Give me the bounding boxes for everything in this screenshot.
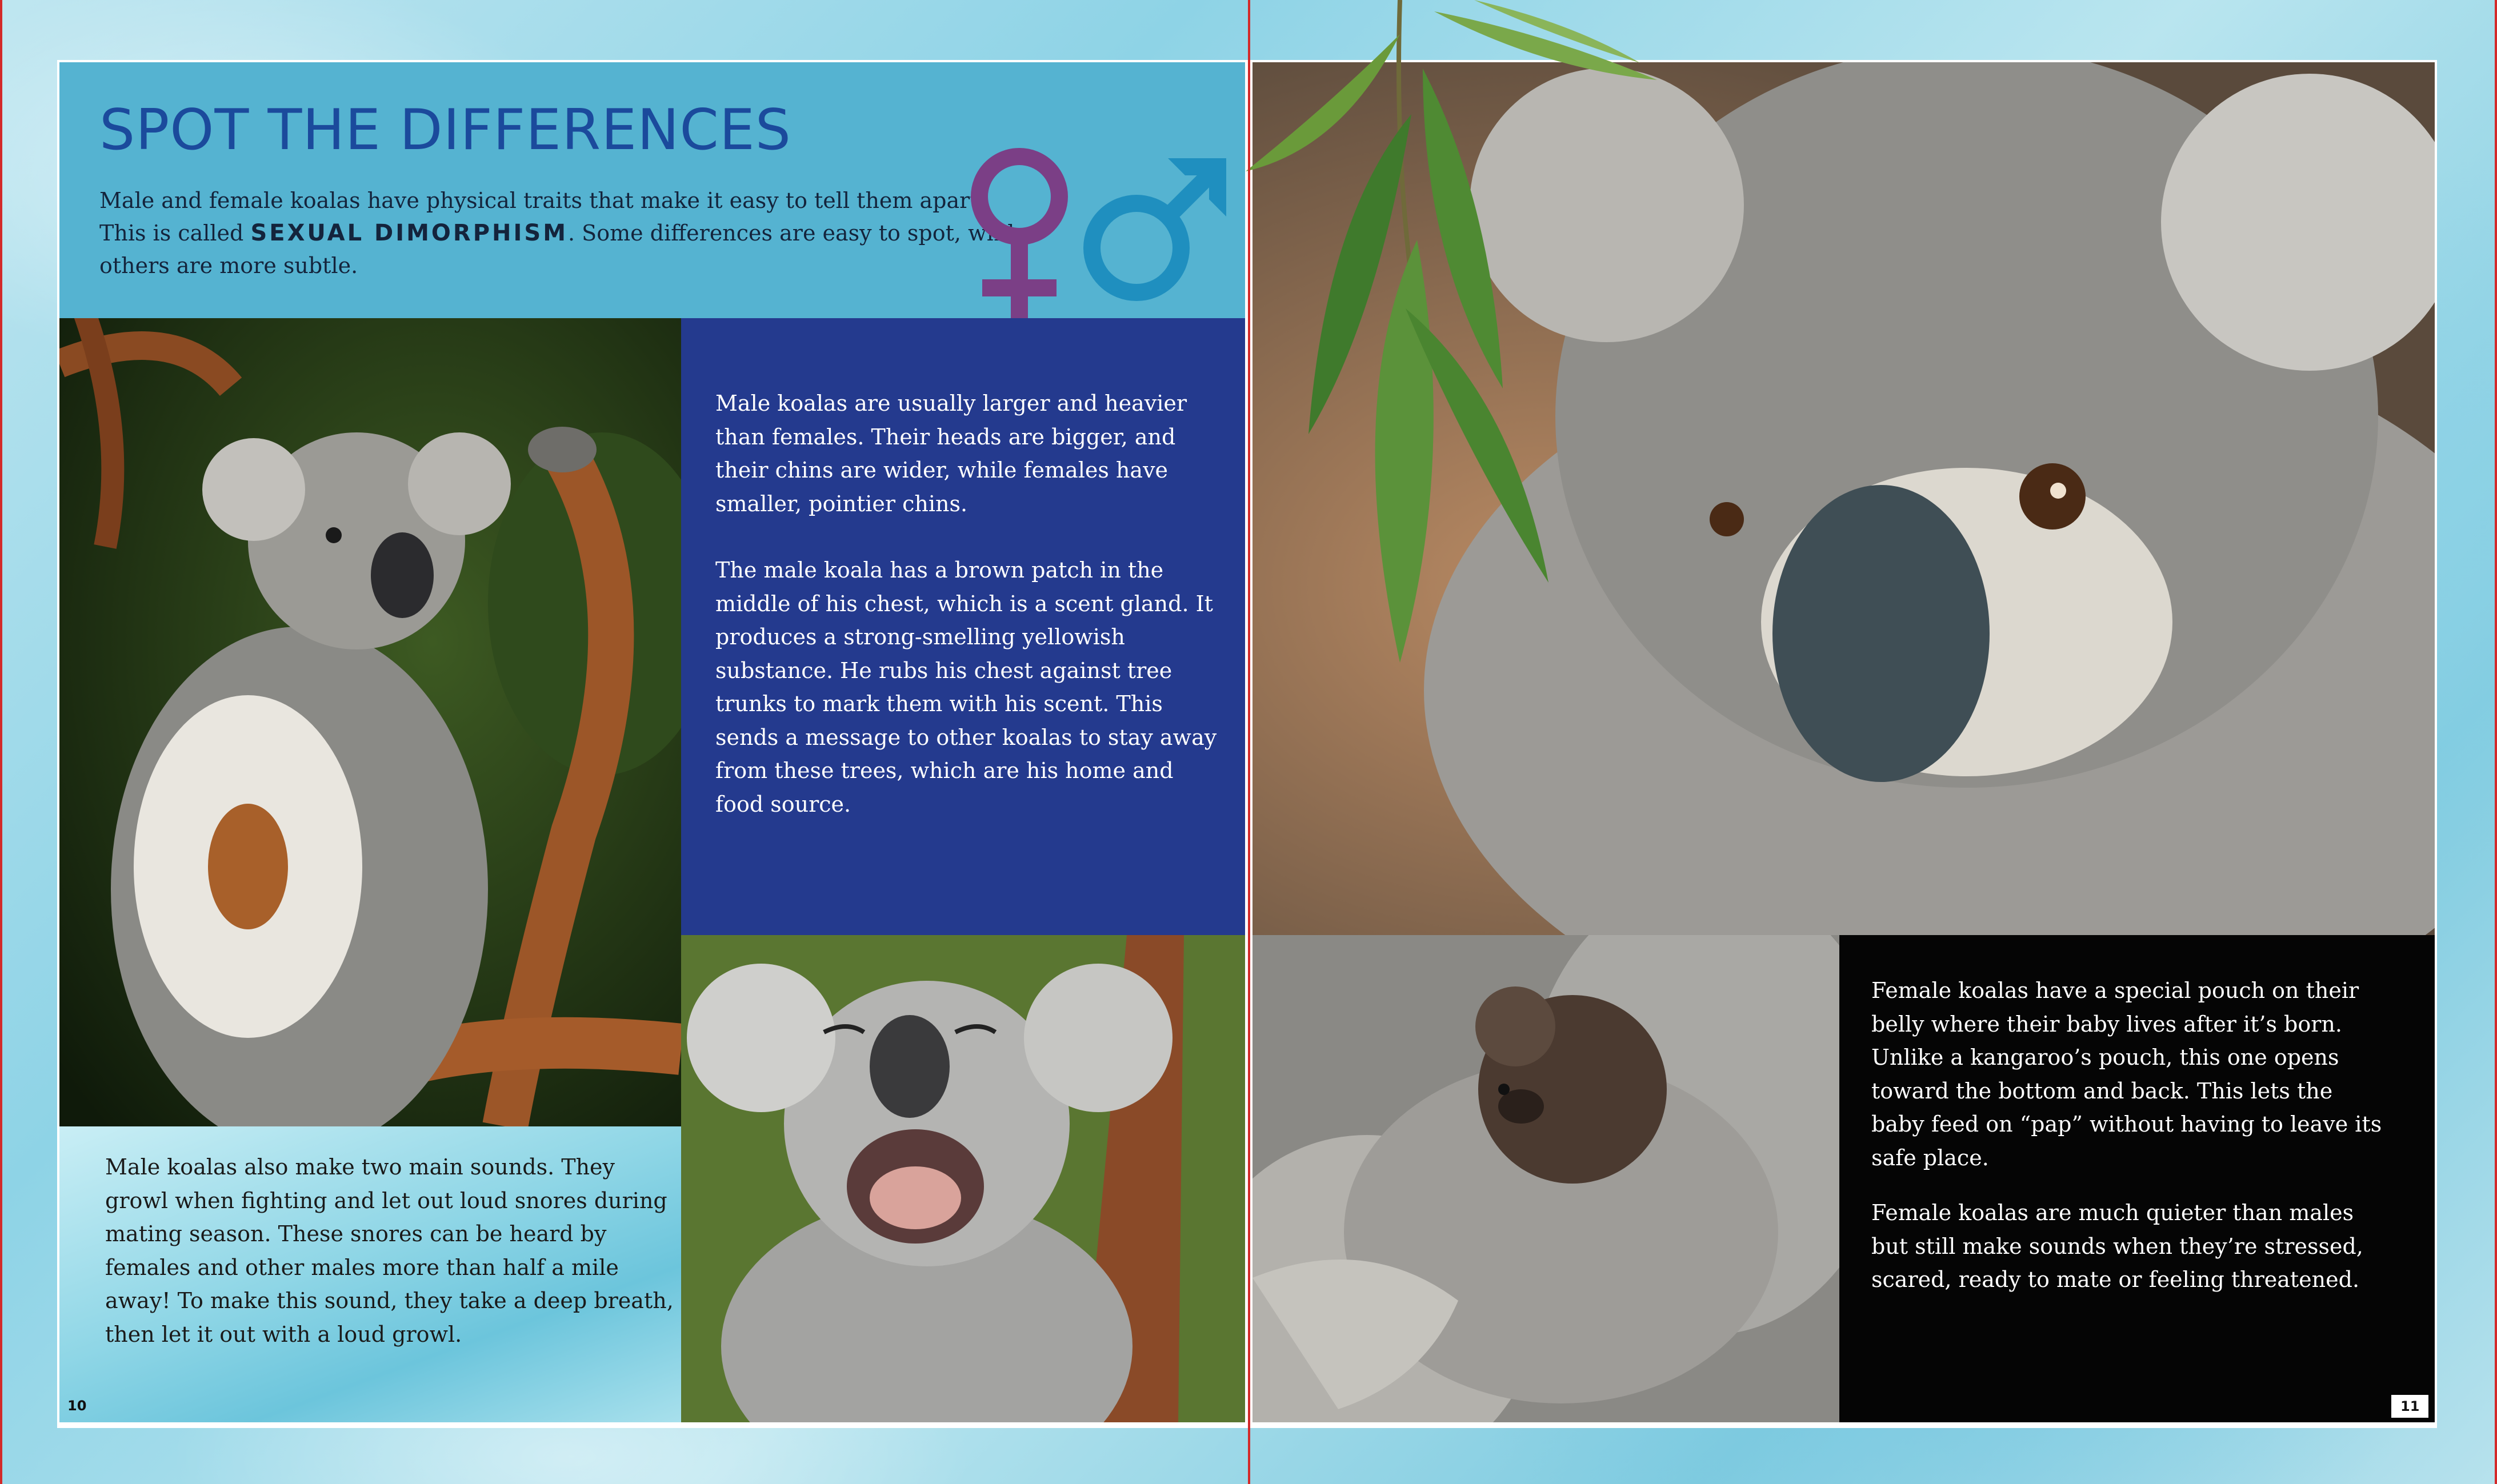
- yawning-koala-photo: [681, 935, 1245, 1422]
- intro-paragraph: Male and female koalas have physical tra…: [99, 185, 1037, 282]
- sounds-panel: Male koalas also make two main sounds. T…: [59, 1126, 681, 1422]
- female-traits-panel: Female koalas have a special pouch on th…: [1839, 935, 2435, 1422]
- female-sounds-paragraph: Female koalas are much quieter than male…: [1871, 1200, 2363, 1292]
- intro-term: SEXUAL DIMORPHISM: [250, 220, 569, 246]
- female-symbol-icon: [971, 148, 1068, 318]
- right-page-edge: [2495, 0, 2497, 1484]
- scent-gland-paragraph: The male koala has a brown patch in the …: [715, 557, 1217, 817]
- page-title: SPOT THE DIFFERENCES: [99, 98, 791, 163]
- size-and-scent-panel: Male koalas are usually larger and heavi…: [681, 318, 1245, 935]
- page-number-left: 10: [67, 1398, 87, 1414]
- mother-and-joey-photo: [1252, 935, 1839, 1422]
- male-koala-branch-photo: [59, 318, 681, 1126]
- sounds-paragraph: Male koalas also make two main sounds. T…: [105, 1154, 674, 1347]
- pouch-paragraph: Female koalas have a special pouch on th…: [1871, 978, 2382, 1170]
- header-panel: SPOT THE DIFFERENCES Male and female koa…: [59, 62, 1245, 318]
- eucalyptus-leaves-icon: [1246, 0, 1657, 663]
- page-number-right: 11: [2391, 1395, 2429, 1418]
- size-paragraph: Male koalas are usually larger and heavi…: [715, 391, 1187, 516]
- left-page-edge: [0, 0, 2, 1484]
- page-gutter: [1248, 0, 1250, 1484]
- male-symbol-icon: [1083, 158, 1226, 301]
